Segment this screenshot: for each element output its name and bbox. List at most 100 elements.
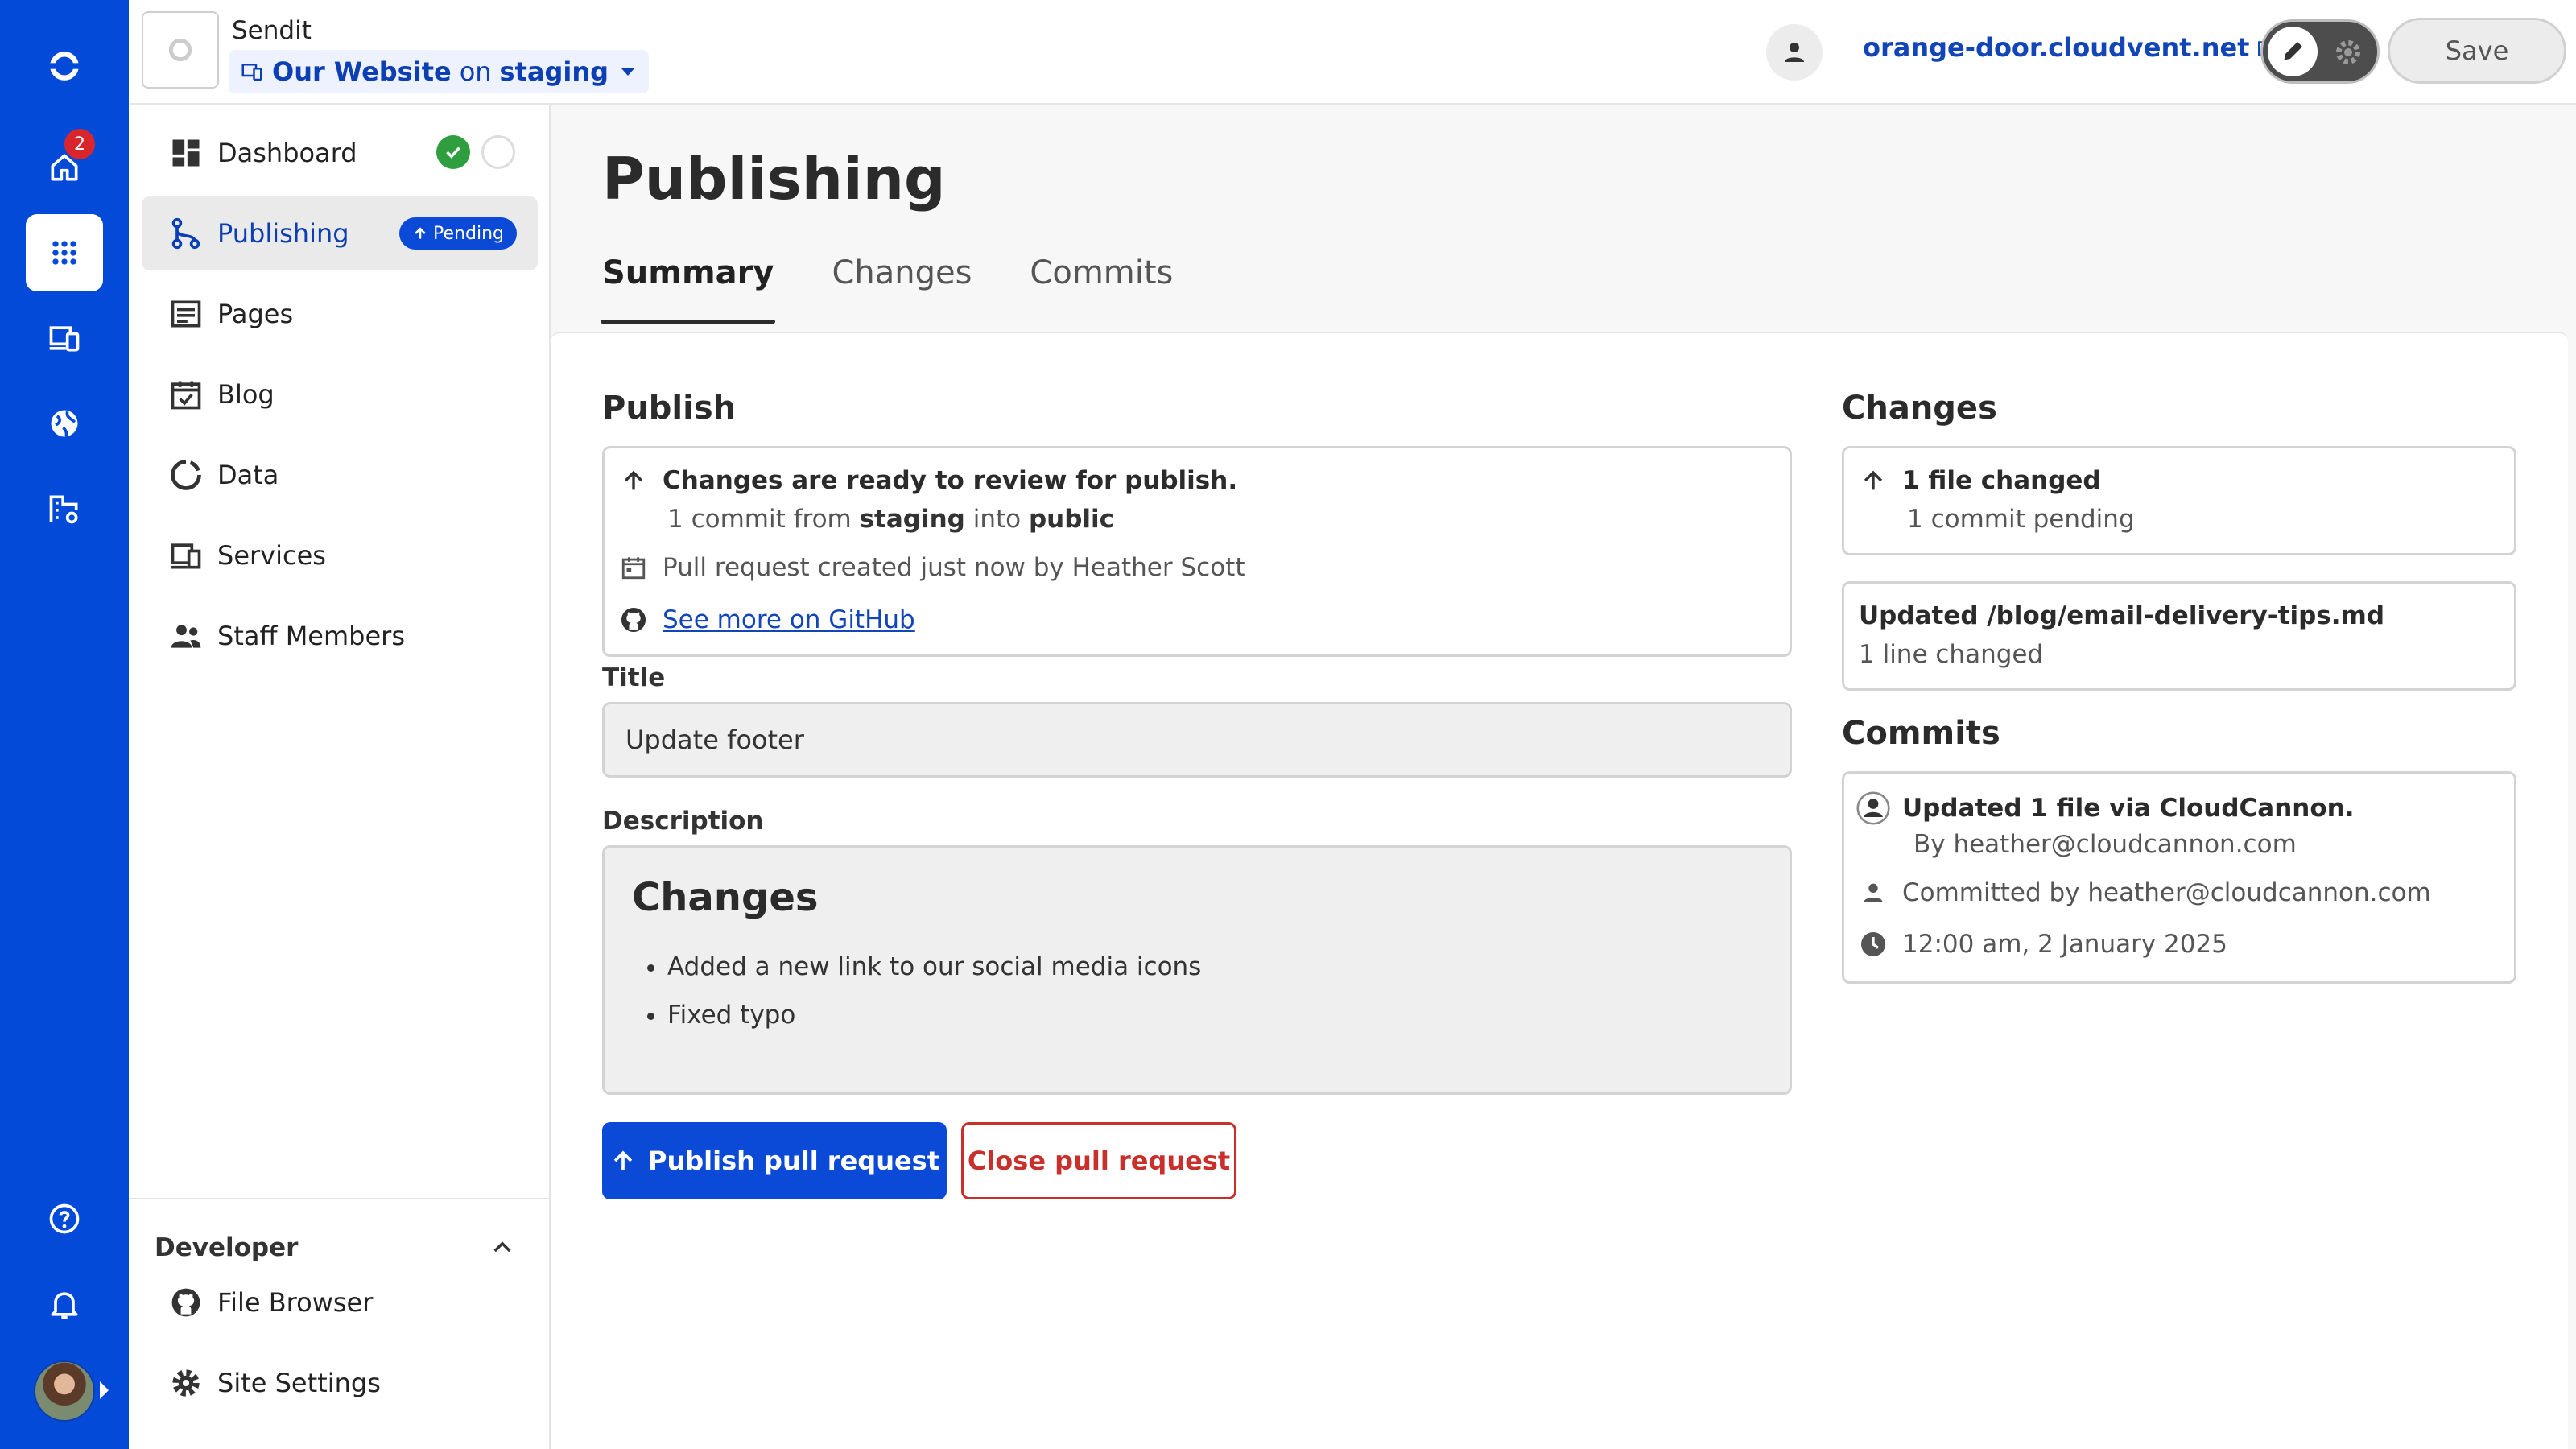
- people-icon: [167, 617, 204, 654]
- commits-pending-text: 1 commit pending: [1907, 505, 2135, 534]
- sidebar-item-publishing[interactable]: Publishing Pending: [142, 196, 538, 270]
- help-icon: [49, 1203, 80, 1234]
- site-name: Our Website: [272, 56, 452, 87]
- ready-text: Changes are ready to review for publish.: [663, 466, 1238, 495]
- commit-title-row: Updated 1 file via CloudCannon.: [1856, 790, 2355, 827]
- check-icon: [436, 135, 470, 169]
- arrow-up-icon: [1856, 467, 1891, 494]
- branch-prefix: on: [459, 56, 492, 87]
- pending-badge: Pending: [399, 217, 517, 250]
- sidebar-item-label: Site Settings: [217, 1368, 381, 1398]
- org-name: Sendit: [232, 16, 312, 45]
- site-domain-link[interactable]: orange-door.cloudvent.net: [1863, 32, 2277, 63]
- app-rail: 2: [0, 0, 129, 1449]
- rail-sites-button[interactable]: [26, 299, 103, 377]
- ready-row: Changes are ready to review for publish.: [616, 466, 1237, 495]
- lines-changed-text: 1 line changed: [1859, 640, 2044, 669]
- build-status: [436, 135, 515, 169]
- sidebar-item-file-browser[interactable]: File Browser: [142, 1265, 538, 1340]
- description-heading: Changes: [632, 875, 819, 920]
- tab-summary[interactable]: Summary: [600, 254, 776, 324]
- changed-file-card[interactable]: Updated /blog/email-delivery-tips.md 1 l…: [1842, 581, 2516, 691]
- sidebar-item-label: File Browser: [217, 1287, 374, 1318]
- services-icon: [167, 537, 204, 574]
- publish-pull-request-button[interactable]: Publish pull request: [602, 1122, 947, 1199]
- rail-apps-button[interactable]: [26, 214, 103, 291]
- apps-grid-icon: [52, 241, 76, 265]
- sidebar-item-label: Publishing: [217, 218, 349, 249]
- pending-badge-label: Pending: [433, 223, 504, 244]
- site-branch-switcher[interactable]: Our Website on staging: [229, 50, 650, 93]
- main-content: Publishing Summary Changes Commits Publi…: [551, 105, 2576, 1449]
- arrow-up-icon: [613, 1150, 633, 1170]
- rail-notifications-button[interactable]: [26, 1265, 103, 1343]
- cloudcannon-logo[interactable]: [26, 27, 103, 105]
- sidebar-item-pages[interactable]: Pages: [142, 277, 538, 351]
- title-label: Title: [602, 663, 666, 692]
- committer-row: Committed by heather@cloudcannon.com: [1856, 878, 2431, 907]
- globe-icon: [51, 410, 78, 438]
- site-logo-placeholder[interactable]: [142, 11, 219, 89]
- save-button[interactable]: Save: [2388, 18, 2566, 84]
- list-item: Fixed typo: [667, 1001, 1201, 1030]
- person-icon: [1856, 879, 1891, 906]
- notification-badge: 2: [64, 129, 95, 159]
- clock-icon: [1856, 930, 1891, 959]
- source-branch: staging: [859, 505, 965, 534]
- github-icon: [167, 1284, 204, 1321]
- pending-status-icon: [481, 135, 515, 169]
- sidebar-item-services[interactable]: Services: [142, 518, 538, 592]
- commit-time-row: 12:00 am, 2 January 2025: [1856, 930, 2227, 959]
- target-branch: public: [1028, 505, 1115, 534]
- sidebar-item-site-settings[interactable]: Site Settings: [142, 1346, 538, 1420]
- commit-summary: 1 commit from staging into public: [667, 505, 1114, 534]
- close-pull-request-button[interactable]: Close pull request: [961, 1122, 1236, 1199]
- changes-summary-card[interactable]: 1 file changed 1 commit pending: [1842, 446, 2516, 555]
- commit-title: Updated 1 file via CloudCannon.: [1902, 794, 2355, 823]
- domain-text: orange-door.cloudvent.net: [1863, 32, 2250, 63]
- sidebar-item-dashboard[interactable]: Dashboard: [142, 116, 538, 190]
- gear-icon: [2336, 40, 2360, 64]
- description-list: Added a new link to our social media ico…: [667, 952, 1201, 1049]
- sidebar-item-staff-members[interactable]: Staff Members: [142, 599, 538, 673]
- rail-home-button[interactable]: 2: [26, 129, 103, 206]
- data-icon: [167, 456, 204, 493]
- devices-icon: [242, 64, 262, 81]
- title-input[interactable]: Update footer: [602, 702, 1792, 778]
- rail-org-settings-button[interactable]: [26, 470, 103, 547]
- devices-icon: [49, 326, 80, 352]
- tab-changes[interactable]: Changes: [832, 254, 972, 324]
- files-changed-row: 1 file changed: [1856, 466, 2101, 495]
- file-path-text: Updated /blog/email-delivery-tips.md: [1859, 601, 2385, 630]
- user-button[interactable]: [1766, 24, 1823, 80]
- publish-button-label: Publish pull request: [647, 1146, 940, 1176]
- site-icon: [168, 38, 192, 62]
- commits-heading: Commits: [1842, 715, 2000, 752]
- github-link[interactable]: See more on GitHub: [663, 605, 915, 634]
- commit-card[interactable]: Updated 1 file via CloudCannon. By heath…: [1842, 771, 2516, 984]
- pr-text: Pull request created just now by Heather…: [663, 553, 1245, 582]
- list-item: Added a new link to our social media ico…: [667, 952, 1201, 981]
- commit-count-text: 1 commit from: [667, 505, 852, 534]
- commit-author: By heather@cloudcannon.com: [1913, 830, 2297, 859]
- sidebar-item-label: Services: [217, 540, 326, 571]
- tab-commits[interactable]: Commits: [1030, 254, 1173, 324]
- summary-panel: Publish Changes are ready to review for …: [551, 332, 2568, 1449]
- chevron-up-icon[interactable]: [489, 1235, 515, 1261]
- sidebar-item-label: Pages: [217, 299, 294, 329]
- changes-heading: Changes: [1842, 390, 1997, 427]
- dashboard-icon: [167, 134, 204, 171]
- rail-help-button[interactable]: [26, 1180, 103, 1257]
- pencil-icon: [2284, 42, 2302, 60]
- sidebar-item-data[interactable]: Data: [142, 438, 538, 512]
- description-label: Description: [602, 807, 764, 836]
- sidebar-item-label: Blog: [217, 379, 275, 410]
- pr-row: Pull request created just now by Heather…: [616, 553, 1245, 582]
- user-avatar[interactable]: [34, 1360, 95, 1422]
- commit-time: 12:00 am, 2 January 2025: [1902, 930, 2227, 959]
- rail-domains-button[interactable]: [26, 385, 103, 462]
- description-textarea[interactable]: Changes Added a new link to our social m…: [602, 845, 1792, 1095]
- calendar-icon: [616, 554, 651, 581]
- sidebar-item-blog[interactable]: Blog: [142, 357, 538, 431]
- edit-mode-toggle[interactable]: [2260, 19, 2380, 84]
